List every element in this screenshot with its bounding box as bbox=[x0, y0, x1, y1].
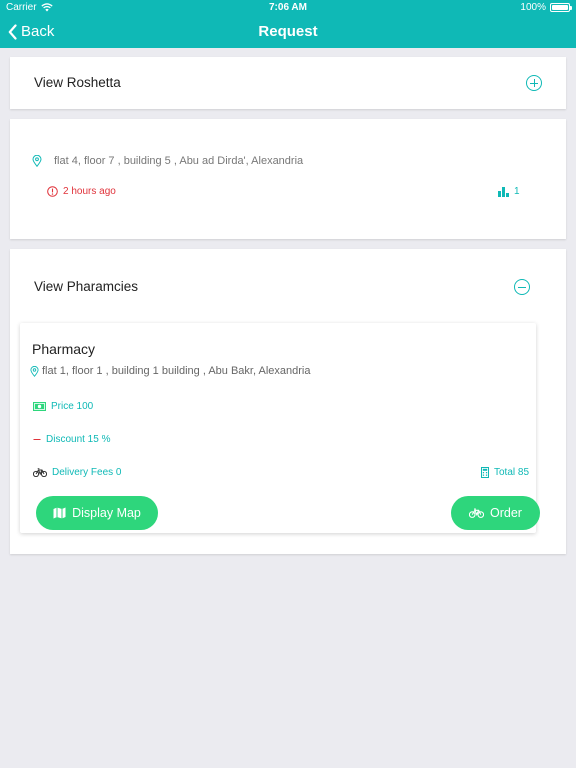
back-label: Back bbox=[21, 23, 55, 40]
bicycle-icon bbox=[33, 468, 47, 477]
request-count: 1 bbox=[514, 186, 520, 197]
request-time-row: 2 hours ago bbox=[47, 186, 116, 197]
discount-label: Discount 15 % bbox=[46, 434, 111, 445]
request-time-ago: 2 hours ago bbox=[63, 186, 116, 197]
pharmacy-address: flat 1, floor 1 , building 1 building , … bbox=[42, 365, 311, 377]
minus-circle-icon[interactable] bbox=[514, 279, 530, 295]
price-label: Price 100 bbox=[51, 401, 94, 412]
delivery-fees-label: Delivery Fees 0 bbox=[52, 467, 122, 478]
order-label: Order bbox=[490, 506, 522, 520]
roshetta-title: View Roshetta bbox=[34, 75, 121, 90]
money-icon bbox=[33, 402, 46, 411]
order-button[interactable]: Order bbox=[451, 496, 540, 530]
pharmacies-title: View Pharamcies bbox=[34, 279, 139, 294]
battery-percent: 100% bbox=[520, 2, 546, 13]
info-circle-icon bbox=[47, 186, 58, 197]
total-label: Total 85 bbox=[494, 467, 530, 478]
bar-chart-icon bbox=[498, 186, 509, 197]
pharmacy-item-card: Pharmacy flat 1, floor 1 , building 1 bu… bbox=[20, 323, 540, 533]
request-address: flat 4, floor 7 , building 5 , Abu ad Di… bbox=[54, 155, 304, 167]
battery-group: 100% bbox=[520, 2, 572, 13]
map-icon bbox=[53, 507, 66, 519]
roshetta-card[interactable]: View Roshetta bbox=[10, 57, 566, 109]
price-row: Price 100 bbox=[33, 401, 93, 412]
page-title: Request bbox=[258, 23, 318, 40]
request-address-row: flat 4, floor 7 , building 5 , Abu ad Di… bbox=[32, 155, 303, 167]
delivery-fees-row: Delivery Fees 0 bbox=[33, 467, 121, 478]
pharmacy-name: Pharmacy bbox=[32, 341, 96, 357]
location-pin-icon bbox=[30, 365, 39, 377]
calculator-icon bbox=[481, 467, 489, 478]
navigation-bar: Back Request bbox=[0, 16, 576, 48]
total-row: Total 85 bbox=[481, 467, 529, 478]
display-map-label: Display Map bbox=[72, 506, 141, 520]
minus-icon bbox=[33, 439, 41, 440]
request-info-card: flat 4, floor 7 , building 5 , Abu ad Di… bbox=[10, 119, 566, 239]
battery-icon bbox=[550, 3, 572, 12]
location-pin-icon bbox=[32, 155, 42, 167]
back-button[interactable]: Back bbox=[8, 23, 54, 40]
pharmacy-address-row: flat 1, floor 1 , building 1 building , … bbox=[30, 365, 310, 377]
chevron-left-icon bbox=[8, 23, 17, 40]
display-map-button[interactable]: Display Map bbox=[36, 496, 158, 530]
request-count-row: 1 bbox=[498, 186, 520, 197]
bicycle-icon bbox=[469, 508, 485, 518]
discount-row: Discount 15 % bbox=[33, 434, 110, 445]
status-time: 7:06 AM bbox=[269, 2, 307, 13]
plus-circle-icon[interactable] bbox=[526, 75, 542, 91]
status-bar: Carrier 7:06 AM 100% bbox=[0, 0, 576, 16]
